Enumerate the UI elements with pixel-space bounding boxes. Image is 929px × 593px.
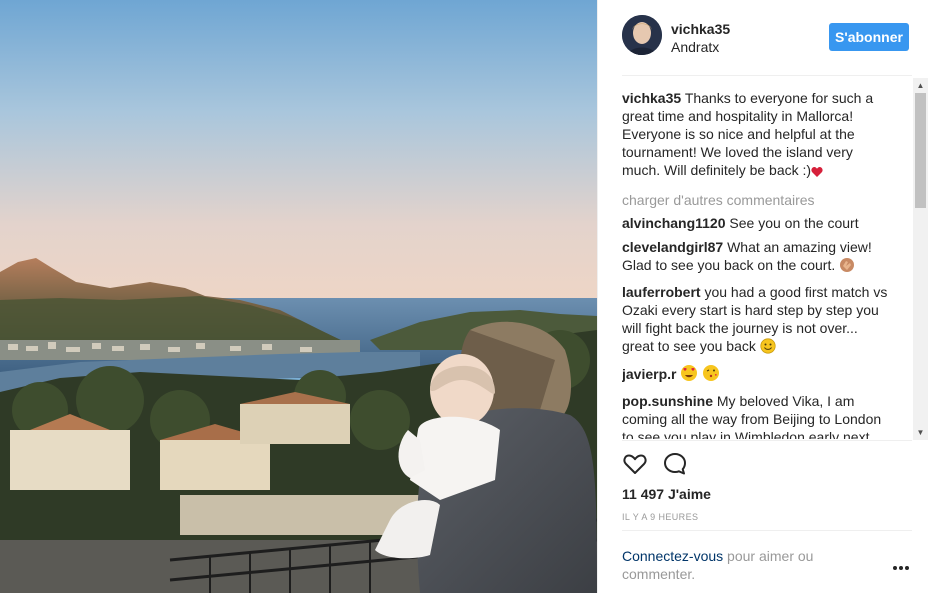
comment-item: javierp.r: [622, 364, 892, 386]
location-link[interactable]: Andratx: [671, 39, 719, 55]
comment-author[interactable]: vichka35: [622, 90, 681, 106]
post-photo-image: [0, 0, 597, 593]
comment-text: See you on the court: [729, 215, 859, 231]
comment-author[interactable]: clevelandgirl87: [622, 239, 723, 255]
more-options-icon[interactable]: [890, 561, 912, 573]
login-link[interactable]: Connectez-vous: [622, 548, 723, 564]
username[interactable]: vichka35: [671, 21, 730, 37]
likes-count[interactable]: 11 497 J'aime: [622, 486, 711, 502]
load-more-comments-link[interactable]: charger d'autres commentaires: [622, 191, 892, 209]
kiss-icon: [702, 364, 720, 386]
divider: [622, 530, 912, 531]
scroll-down-arrow-icon[interactable]: ▼: [913, 425, 928, 440]
comment-item: lauferrobert you had a good first match …: [622, 283, 892, 358]
comment-item: clevelandgirl87 What an amazing view! Gl…: [622, 238, 892, 277]
avatar[interactable]: [622, 15, 662, 55]
avatar-image: [622, 15, 662, 55]
heart-icon: [811, 164, 823, 182]
post-caption: vichka35 Thanks to everyone for such a g…: [622, 89, 892, 182]
smiley-icon: [760, 338, 776, 358]
speech-bubble-icon[interactable]: [662, 451, 688, 477]
follow-button[interactable]: S'abonner: [829, 23, 909, 51]
divider: [622, 440, 912, 441]
comments-list: vichka35 Thanks to everyone for such a g…: [622, 89, 892, 439]
heart-eyes-icon: [680, 364, 698, 386]
clapping-hands-icon: [839, 257, 855, 277]
post-timestamp[interactable]: IL Y A 9 HEURES: [622, 512, 698, 522]
comment-author[interactable]: javierp.r: [622, 366, 676, 382]
comment-author[interactable]: lauferrobert: [622, 284, 701, 300]
post-header: vichka35 Andratx S'abonner: [622, 15, 912, 59]
login-prompt: Connectez-vous pour aimer ou commenter.: [622, 547, 862, 583]
comment-item: pop.sunshine My beloved Vika, I am comin…: [622, 392, 892, 439]
comment-author[interactable]: pop.sunshine: [622, 393, 713, 409]
scroll-thumb[interactable]: [915, 93, 926, 208]
comments-scrollbar[interactable]: ▲ ▼: [913, 78, 928, 440]
post-photo[interactable]: [0, 0, 597, 593]
comment-item: alvinchang1120 See you on the court: [622, 214, 892, 232]
scroll-up-arrow-icon[interactable]: ▲: [913, 78, 928, 93]
heart-outline-icon[interactable]: [622, 451, 648, 477]
post-sidebar: vichka35 Andratx S'abonner vichka35 Than…: [597, 0, 929, 593]
divider: [622, 75, 912, 76]
comment-author[interactable]: alvinchang1120: [622, 215, 726, 231]
